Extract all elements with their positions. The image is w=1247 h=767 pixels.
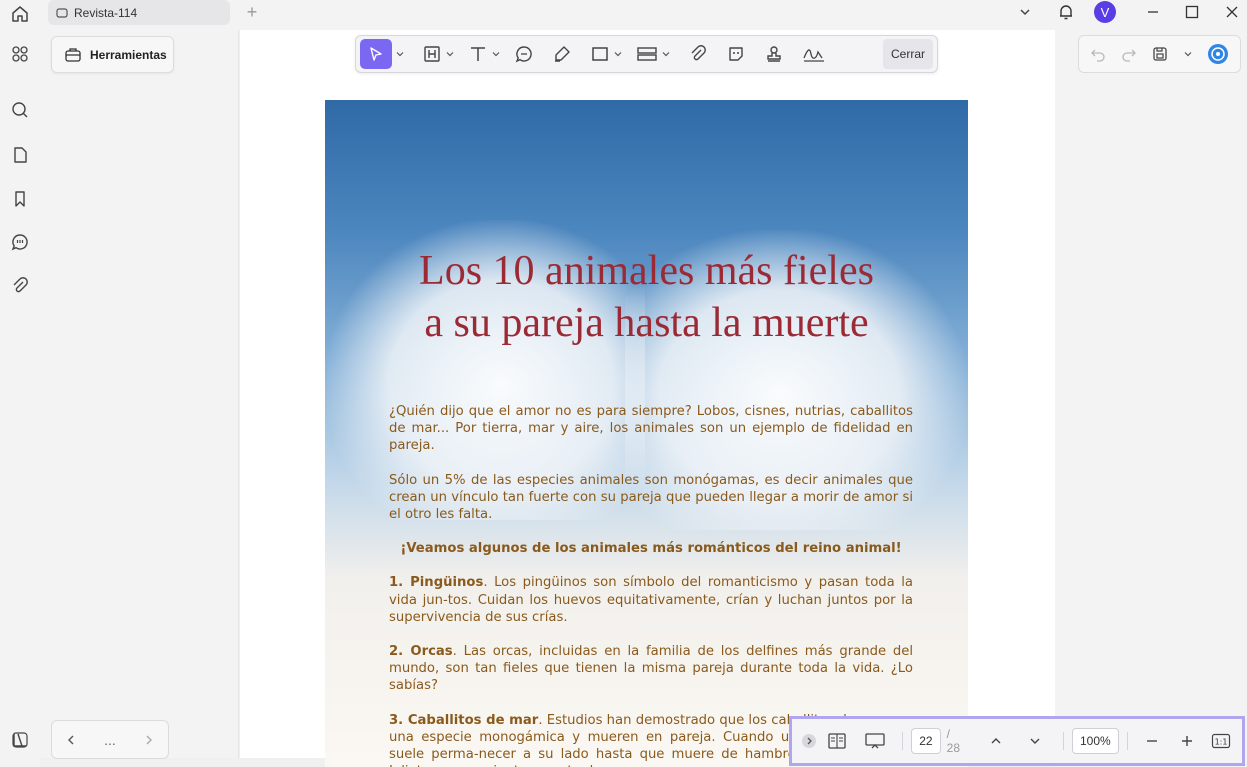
maximize-icon[interactable]	[1180, 0, 1204, 24]
title-bar: Revista-114 + V	[0, 0, 1247, 30]
paperclip-icon[interactable]	[688, 39, 708, 69]
list-item: 2. Orcas. Las orcas, incluidas en la fam…	[389, 644, 914, 694]
history-toolbar	[1078, 35, 1241, 73]
layers-icon[interactable]	[8, 728, 32, 752]
zoom-level[interactable]: 100%	[1071, 728, 1119, 754]
textbox-icon[interactable]	[422, 39, 442, 69]
document-icon	[56, 7, 68, 19]
stamp-chevron-icon[interactable]	[662, 39, 670, 69]
cursor-menu-chevron-icon[interactable]	[396, 39, 404, 69]
tools-label: Herramientas	[90, 47, 167, 62]
comment-tool-icon[interactable]	[514, 39, 534, 69]
document-tab[interactable]: Revista-114	[48, 0, 230, 25]
pdf-page: Los 10 animales más fieles a su pareja h…	[325, 100, 968, 767]
tools-button[interactable]: Herramientas	[51, 36, 174, 73]
seal-icon[interactable]	[764, 39, 784, 69]
zoom-in-icon[interactable]	[1167, 727, 1206, 755]
bell-icon[interactable]	[1054, 0, 1078, 24]
comment-icon[interactable]	[8, 230, 32, 254]
attachment-icon[interactable]	[8, 274, 32, 298]
signature-icon[interactable]	[802, 39, 826, 69]
divider	[1126, 732, 1128, 750]
more-button[interactable]: ...	[104, 732, 116, 748]
stats-paragraph: Sólo un 5% de las especies animales son …	[389, 472, 913, 523]
next-page-icon[interactable]	[1016, 727, 1055, 755]
tools-panel: Herramientas ...	[40, 30, 239, 759]
actual-size-label: 1:1	[1215, 738, 1228, 747]
avatar[interactable]: V	[1093, 0, 1117, 24]
text-icon[interactable]	[468, 39, 488, 69]
textbox-chevron-icon[interactable]	[446, 39, 454, 69]
chevron-left-icon[interactable]	[65, 734, 77, 746]
page-number-input[interactable]: 22	[911, 728, 941, 754]
left-rail	[0, 30, 40, 767]
home-icon[interactable]	[8, 2, 32, 26]
undo-icon[interactable]	[1090, 46, 1106, 62]
presentation-icon[interactable]	[855, 727, 894, 755]
right-area	[1055, 30, 1247, 767]
pages-icon[interactable]	[8, 143, 32, 167]
reading-mode-icon[interactable]	[820, 727, 855, 755]
minimize-icon[interactable]	[1141, 0, 1165, 24]
previous-page-icon[interactable]	[976, 727, 1015, 755]
add-tab-icon[interactable]: +	[242, 2, 262, 22]
grid-icon[interactable]	[8, 42, 32, 66]
divider	[902, 732, 904, 750]
close-icon[interactable]	[1220, 0, 1244, 24]
redo-icon[interactable]	[1121, 46, 1137, 62]
close-toolbar-button[interactable]: Cerrar	[882, 39, 933, 69]
intro-paragraph: ¿Quién dijo que el amor no es para siemp…	[389, 404, 913, 454]
article-body: ¿Quién dijo que el amor no es para siemp…	[389, 403, 913, 767]
toolbox-icon	[64, 46, 82, 64]
cursor-icon[interactable]	[360, 39, 392, 69]
rectangle-chevron-icon[interactable]	[614, 39, 622, 69]
collapse-icon[interactable]	[798, 727, 820, 755]
ai-assistant-icon[interactable]	[1207, 43, 1229, 65]
page-heading: Los 10 animales más fieles a su pareja h…	[419, 248, 874, 346]
list-item: 1. Pingüinos. Los pingüinos son símbolo …	[389, 575, 913, 625]
page-navigation-bar: 22 / 28 100% 1:1	[789, 716, 1245, 766]
annotation-toolbar: Cerrar	[355, 35, 938, 73]
search-icon[interactable]	[8, 98, 32, 122]
page-total: / 28	[946, 727, 960, 755]
chevron-down-icon[interactable]	[1014, 0, 1036, 24]
tab-title: Revista-114	[74, 5, 138, 20]
text-chevron-icon[interactable]	[492, 39, 500, 69]
stamp-icon[interactable]	[636, 39, 658, 69]
zoom-out-icon[interactable]	[1136, 727, 1167, 755]
bookmark-icon[interactable]	[8, 187, 32, 211]
actual-size-icon[interactable]: 1:1	[1207, 727, 1236, 755]
save-chevron-icon[interactable]	[1184, 50, 1192, 58]
save-icon[interactable]	[1151, 45, 1169, 63]
chevron-right-icon[interactable]	[143, 734, 155, 746]
divider	[1062, 732, 1064, 750]
highlight-line: ¡Veamos algunos de los animales más romá…	[400, 541, 902, 557]
panel-pager: ...	[51, 720, 169, 759]
sticker-icon[interactable]	[726, 39, 746, 69]
highlighter-icon[interactable]	[552, 39, 572, 69]
rectangle-icon[interactable]	[590, 39, 610, 69]
